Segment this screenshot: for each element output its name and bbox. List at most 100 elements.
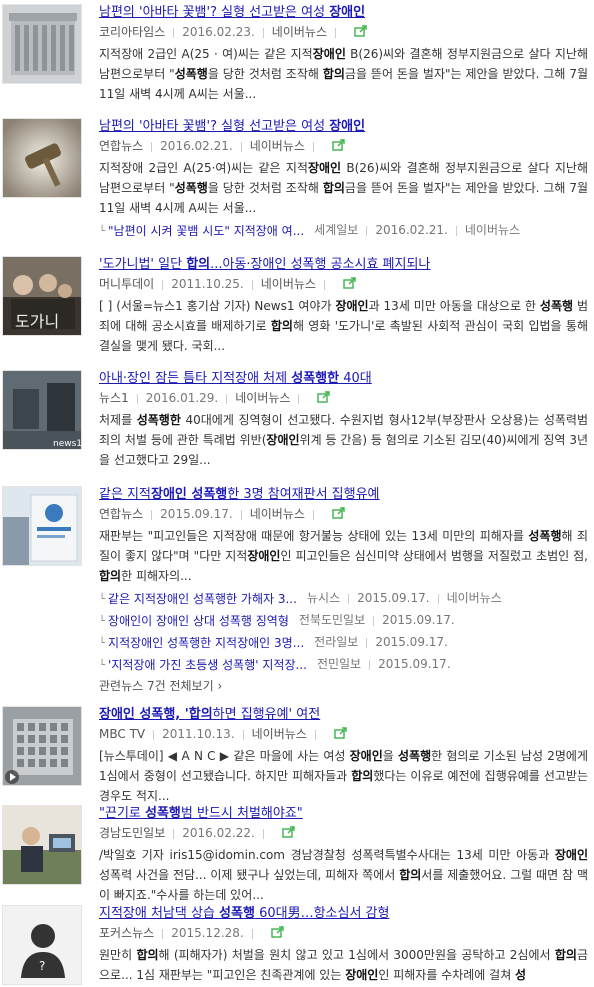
news-title-link[interactable]: 남편의 '아바타 꽃뱀'? 실형 선고받은 여성 장애인 xyxy=(99,4,588,21)
news-summary: 지적장애 2급인 A(25·여)씨는 같은 지적장애인 B(26)씨와 결혼해 … xyxy=(99,158,588,218)
separator xyxy=(314,729,316,740)
news-meta: 경남도민일보 2016.02.22. xyxy=(99,825,588,842)
open-external-icon[interactable] xyxy=(343,276,357,293)
open-external-icon[interactable] xyxy=(334,726,348,743)
news-meta: 연합뉴스 2016.02.21. 네이버뉴스 xyxy=(99,138,588,155)
related-date: 2016.02.21. xyxy=(375,223,448,237)
news-thumbnail[interactable]: ? xyxy=(2,905,82,985)
news-content: "끈기로 성폭행범 반드시 처벌해야죠" 경남도민일보 2016.02.22. /박일… xyxy=(99,805,588,905)
press-name[interactable]: 포커스뉴스 xyxy=(99,926,154,940)
title-text: 남편의 '아바타 꽃뱀'? 실형 선고받은 여성 xyxy=(99,5,330,20)
news-thumbnail[interactable] xyxy=(2,706,82,786)
title-text: "끈기로 xyxy=(99,806,145,821)
naver-news-link[interactable]: 네이버뉴스 xyxy=(465,223,520,237)
related-news-title[interactable]: 지적장애인 성폭행한 지적장애인 3명... xyxy=(108,633,304,654)
news-meta: 머니투데이 2011.10.25. 네이버뉴스 xyxy=(99,276,588,293)
separator xyxy=(136,393,138,404)
related-press-name[interactable]: 뉴시스 xyxy=(307,591,340,605)
related-news-title[interactable]: 장애인이 장애인 상대 성폭행 징역형 xyxy=(108,611,289,632)
news-date: 2016.01.29. xyxy=(145,391,219,405)
press-name[interactable]: 뉴스1 xyxy=(99,391,129,405)
news-title-link[interactable]: 남편의 '아바타 꽃뱀'? 실형 선고받은 여성 장애인 xyxy=(99,118,588,135)
press-name[interactable]: 경남도민일보 xyxy=(99,826,165,840)
open-external-icon[interactable] xyxy=(332,506,346,523)
related-press-name[interactable]: 전북도민일보 xyxy=(299,613,365,627)
title-highlight: 성폭행 xyxy=(145,806,181,821)
separator xyxy=(151,509,153,520)
separator xyxy=(312,141,314,152)
summary-text: 을 당한 것처럼 조작해 xyxy=(207,181,323,195)
title-text: 같은 지적 xyxy=(99,487,151,502)
naver-news-link[interactable]: 네이버뉴스 xyxy=(252,727,307,741)
press-name[interactable]: 연합뉴스 xyxy=(99,139,143,153)
naver-news-link[interactable]: 네이버뉴스 xyxy=(272,25,327,39)
news-meta: 연합뉴스 2015.09.17. 네이버뉴스 xyxy=(99,506,588,523)
naver-news-link[interactable]: 네이버뉴스 xyxy=(250,507,305,521)
title-highlight: 장애인 xyxy=(329,5,366,20)
keyword-highlight: 합의 xyxy=(351,769,374,783)
related-press-name[interactable]: 전민일보 xyxy=(317,657,361,671)
press-name[interactable]: 머니투데이 xyxy=(99,277,154,291)
news-date: 2016.02.23. xyxy=(182,25,255,39)
news-summary: 원만히 합의해 (피해자가) 처벌을 원치 않고 있고 1심에서 3000만원을… xyxy=(99,945,588,985)
summary-text: [ ] (서울=뉴스1 홍기삼 기자) News1 여야가 xyxy=(99,299,336,313)
summary-text: 인 피해자를 수차례에 걸쳐 xyxy=(378,968,516,982)
related-news-title[interactable]: '지적장애 가진 초등생 성폭행' 지적장... xyxy=(108,655,307,676)
related-news-title[interactable]: 같은 지적장애인 성폭행한 가해자 3... xyxy=(108,589,297,610)
news-title-link[interactable]: '도가니법' 일단 합의...아동·장애인 성폭행 공소시효 폐지되나 xyxy=(99,256,588,273)
bullet-icon: └ xyxy=(99,594,106,605)
news-title-link[interactable]: 지적장애 처남댁 상습 성폭행 60대男…항소심서 감형 xyxy=(99,905,588,922)
news-thumbnail[interactable]: news1 xyxy=(2,370,82,450)
news-thumbnail[interactable] xyxy=(2,118,82,198)
news-date: 2015.12.28. xyxy=(171,926,244,940)
news-content: 장애인 성폭행, '합의하면 집행유예' 여전 MBC TV 2011.10.13.… xyxy=(99,706,588,806)
news-title-link[interactable]: 아내·장인 잠든 틈타 지적장애 처제 성폭행한 40대 xyxy=(99,370,588,387)
news-summary: [뉴스투데이] ◀ A N C ▶ 같은 마을에 사는 여성 장애인을 성폭행한… xyxy=(99,746,588,806)
keyword-highlight: 합의 xyxy=(270,319,293,333)
news-summary: [ ] (서울=뉴스1 홍기삼 기자) News1 여야가 장애인과 13세 미… xyxy=(99,296,588,356)
news-title-link[interactable]: 장애인 성폭행, '합의하면 집행유예' 여전 xyxy=(99,706,588,723)
news-title-link[interactable]: "끈기로 성폭행범 반드시 처벌해야죠" xyxy=(99,805,588,822)
separator xyxy=(334,27,336,38)
naver-news-link[interactable]: 네이버뉴스 xyxy=(447,591,502,605)
title-text: 남편의 '아바타 꽃뱀'? 실형 선고받은 여성 xyxy=(99,119,330,134)
naver-news-link[interactable]: 네이버뉴스 xyxy=(261,277,316,291)
bullet-icon: └ xyxy=(99,616,106,627)
news-content: 지적장애 처남댁 상습 성폭행 60대男…항소심서 감형포커스뉴스 2015.12… xyxy=(99,905,588,985)
press-name[interactable]: 연합뉴스 xyxy=(99,507,143,521)
news-thumbnail[interactable] xyxy=(2,4,82,84)
related-date: 2015.09.17. xyxy=(375,635,448,649)
news-summary: 재판부는 "피고인들은 지적장애 때문에 항거불능 상태에 있는 13세 미만의… xyxy=(99,526,588,586)
news-thumbnail[interactable] xyxy=(2,805,82,885)
summary-text: 원만히 xyxy=(99,948,137,962)
open-external-icon[interactable] xyxy=(282,825,296,842)
related-news-item: └ "남편이 시켜 꽃뱀 시도" 지적장애 여... 세계일보 2016.02.21.… xyxy=(99,220,588,242)
separator xyxy=(373,615,375,626)
open-external-icon[interactable] xyxy=(332,138,346,155)
news-summary: 처제를 성폭행한 40대에게 징역형이 선고됐다. 수원지법 형사12부(부장판… xyxy=(99,410,588,470)
title-text: 한 3명 참여재판서 집행유예 xyxy=(227,487,380,502)
press-name[interactable]: MBC TV xyxy=(99,727,145,741)
title-text: 하면 집행유예' 여전 xyxy=(212,707,321,722)
related-press-name[interactable]: 세계일보 xyxy=(314,223,358,237)
news-thumbnail[interactable] xyxy=(2,486,82,566)
related-news-more-link[interactable]: 관련뉴스 7건 전체보기 › xyxy=(99,676,588,696)
naver-news-link[interactable]: 네이버뉴스 xyxy=(235,391,290,405)
open-external-icon[interactable] xyxy=(271,925,285,942)
more-label: 관련뉴스 7건 전체보기 xyxy=(99,679,214,693)
svg-text:도가니: 도가니 xyxy=(15,312,59,331)
keyword-highlight: 합의 xyxy=(322,67,345,81)
press-name[interactable]: 코리아타임스 xyxy=(99,25,165,39)
open-external-icon[interactable] xyxy=(317,390,331,407)
separator xyxy=(151,141,153,152)
separator xyxy=(262,828,264,839)
title-text: 40대 xyxy=(339,371,372,386)
related-press-name[interactable]: 전라일보 xyxy=(314,635,358,649)
open-external-icon[interactable] xyxy=(354,24,368,41)
news-title-link[interactable]: 같은 지적장애인 성폭행한 3명 참여재판서 집행유예 xyxy=(99,486,588,503)
separator xyxy=(437,593,439,604)
news-date: 2016.02.21. xyxy=(160,139,233,153)
naver-news-link[interactable]: 네이버뉴스 xyxy=(250,139,305,153)
news-thumbnail[interactable]: 도가니 xyxy=(2,256,82,336)
related-news-title[interactable]: "남편이 시켜 꽃뱀 시도" 지적장애 여... xyxy=(108,221,304,242)
